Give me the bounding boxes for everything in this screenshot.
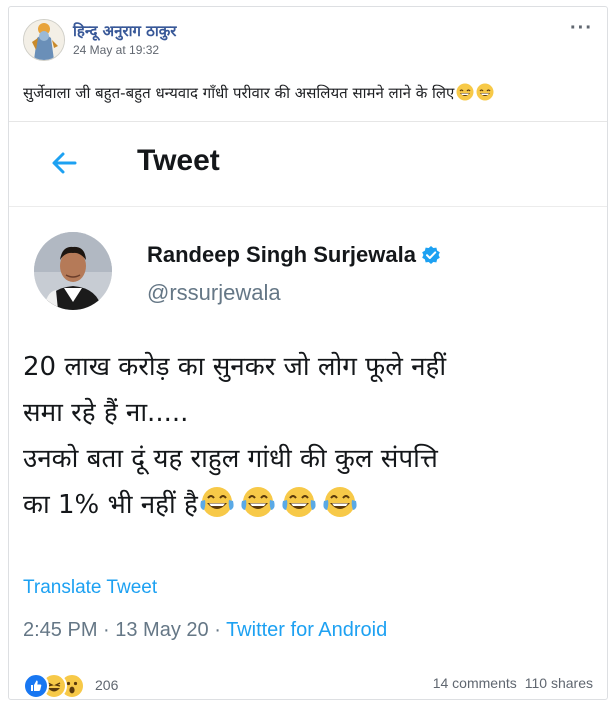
post-text: सुर्जेवाला जी बहुत-बहुत धन्यवाद गाँधी पर… (23, 83, 494, 105)
grinning-emoji-icon (456, 83, 474, 105)
tweet-header-title: Tweet (137, 144, 220, 177)
back-arrow-icon[interactable] (49, 148, 79, 178)
facebook-post-card: हिन्दू अनुराग ठाकुर 24 May at 19:32 ··· … (8, 6, 608, 700)
tweet-timestamp[interactable]: 2:45 PM · 13 May 20 · (23, 619, 226, 641)
post-footer: 206 14 comments 110 shares (23, 671, 593, 699)
like-icon (23, 673, 49, 699)
more-options-button[interactable]: ··· (570, 18, 593, 38)
grinning-emoji-icon (476, 83, 494, 105)
reaction-count[interactable]: 206 (95, 677, 118, 693)
shares-count[interactable]: 110 shares (525, 675, 593, 691)
post-header: हिन्दू अनुराग ठाकुर 24 May at 19:32 ··· (23, 18, 593, 63)
tweet-topbar: Tweet (9, 122, 607, 207)
comments-count[interactable]: 14 comments (433, 675, 517, 691)
post-text-content: सुर्जेवाला जी बहुत-बहुत धन्यवाद गाँधी पर… (23, 84, 455, 102)
tears-of-joy-emoji-icon (198, 483, 236, 521)
tweet-author-name[interactable]: Randeep Singh Surjewala (147, 242, 441, 268)
tweet-author-name-text: Randeep Singh Surjewala (147, 242, 416, 267)
engagement-counts: 14 comments 110 shares (425, 675, 593, 691)
tears-of-joy-emoji-icon (280, 483, 318, 521)
verified-badge-icon (421, 245, 441, 265)
tweet-line: उनको बता दूं यह राहुल गांधी की कुल संपत्… (23, 444, 438, 474)
post-author-name[interactable]: हिन्दू अनुराग ठाकुर (73, 21, 176, 41)
tweet-author-handle[interactable]: @rssurjewala (147, 280, 281, 306)
tweet-meta: 2:45 PM · 13 May 20 · Twitter for Androi… (23, 619, 387, 642)
translate-tweet-link[interactable]: Translate Tweet (23, 577, 157, 599)
tweet-last-line: का 1% भी नहीं है (23, 482, 593, 528)
tweet-line: समा रहे हैं ना..... (23, 398, 189, 428)
tweet-source-link[interactable]: Twitter for Android (226, 619, 387, 641)
tweet-body: 20 लाख करोड़ का सुनकर जो लोग फूले नहीं स… (23, 344, 593, 528)
tweet-line: 20 लाख करोड़ का सुनकर जो लोग फूले नहीं (23, 352, 447, 382)
tweet-screenshot[interactable]: Tweet Randeep Singh Surjewala @rssurjewa… (9, 121, 607, 662)
tweet-author-avatar[interactable] (34, 232, 112, 310)
tears-of-joy-emoji-icon (239, 483, 277, 521)
author-avatar[interactable] (23, 19, 65, 61)
post-timestamp[interactable]: 24 May at 19:32 (73, 43, 159, 57)
tears-of-joy-emoji-icon (321, 483, 359, 521)
tweet-line: का 1% भी नहीं है (23, 490, 198, 520)
